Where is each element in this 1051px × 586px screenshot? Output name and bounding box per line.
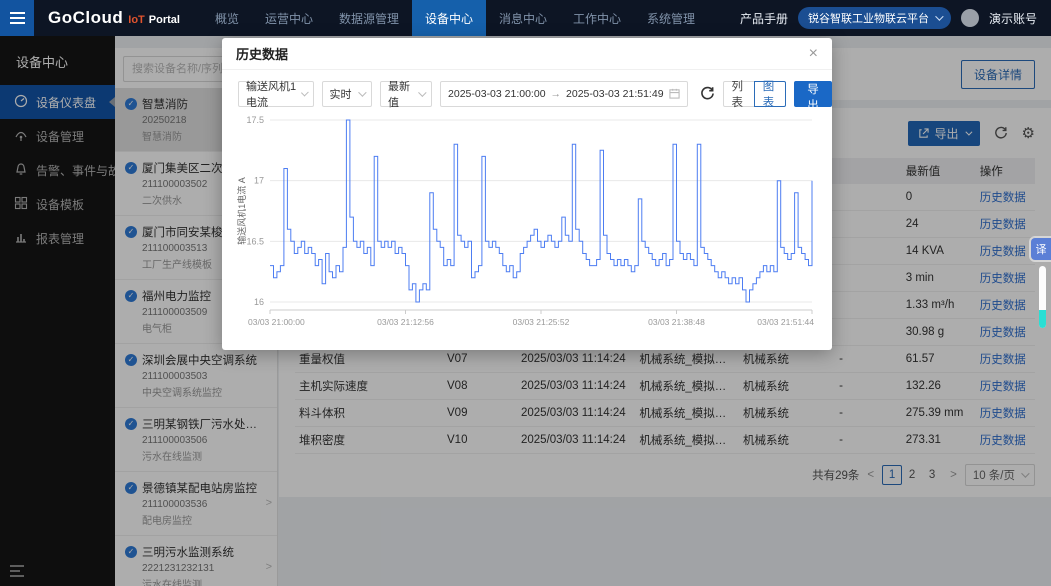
account-name: 演示账号 bbox=[989, 10, 1037, 27]
chevron-down-icon bbox=[419, 88, 427, 96]
chevron-down-icon bbox=[301, 88, 309, 96]
page-scrollbar[interactable] bbox=[1039, 266, 1046, 328]
svg-text:输送风机1电流 A: 输送风机1电流 A bbox=[236, 177, 247, 245]
logo-iot-text: IoT bbox=[128, 14, 145, 26]
chevron-down-icon bbox=[935, 12, 943, 20]
svg-text:03/03 21:51:44: 03/03 21:51:44 bbox=[757, 317, 814, 327]
view-toggle: 列表图表 bbox=[723, 81, 786, 107]
modal-header: 历史数据 × bbox=[222, 38, 832, 70]
view-toggle-列表[interactable]: 列表 bbox=[723, 81, 755, 107]
nav-tab-数据源管理[interactable]: 数据源管理 bbox=[326, 0, 412, 36]
nav-tab-系统管理[interactable]: 系统管理 bbox=[634, 0, 708, 36]
nav-tab-运营中心[interactable]: 运营中心 bbox=[252, 0, 326, 36]
svg-text:17.5: 17.5 bbox=[246, 115, 264, 125]
nav-tab-工作中心[interactable]: 工作中心 bbox=[560, 0, 634, 36]
svg-text:03/03 21:00:00: 03/03 21:00:00 bbox=[248, 317, 305, 327]
nav-tab-设备中心[interactable]: 设备中心 bbox=[412, 0, 486, 36]
modal-export-button[interactable]: 导出 bbox=[794, 81, 832, 107]
mode-select[interactable]: 实时 bbox=[322, 81, 372, 107]
refresh-icon[interactable] bbox=[700, 86, 715, 101]
date-separator: → bbox=[551, 88, 562, 100]
chevron-down-icon bbox=[358, 88, 366, 96]
calendar-icon bbox=[669, 88, 680, 99]
primary-nav: 概览运营中心数据源管理设备中心消息中心工作中心系统管理 bbox=[202, 0, 708, 36]
view-toggle-图表[interactable]: 图表 bbox=[754, 81, 786, 107]
svg-text:03/03 21:12:56: 03/03 21:12:56 bbox=[377, 317, 434, 327]
svg-text:03/03 21:38:48: 03/03 21:38:48 bbox=[648, 317, 705, 327]
platform-label: 锐谷智联工业物联云平台 bbox=[808, 10, 929, 26]
modal-toolbar: 输送风机1电流 实时 最新值 2025-03-03 21:00:00 → 202… bbox=[222, 70, 832, 108]
modal-title: 历史数据 bbox=[236, 44, 288, 63]
topbar: GoCloud IoT Portal 概览运营中心数据源管理设备中心消息中心工作… bbox=[0, 0, 1051, 36]
logo: GoCloud IoT Portal bbox=[48, 8, 180, 28]
aggregation-select[interactable]: 最新值 bbox=[380, 81, 432, 107]
translate-float-button[interactable]: 译 bbox=[1031, 238, 1051, 260]
product-manual-link[interactable]: 产品手册 bbox=[740, 10, 788, 27]
svg-text:16: 16 bbox=[254, 297, 264, 307]
date-range-picker[interactable]: 2025-03-03 21:00:00 → 2025-03-03 21:51:4… bbox=[440, 81, 688, 107]
close-icon[interactable]: × bbox=[809, 46, 818, 62]
svg-text:03/03 21:25:52: 03/03 21:25:52 bbox=[513, 317, 570, 327]
logo-text: GoCloud bbox=[48, 8, 123, 28]
logo-portal-text: Portal bbox=[149, 14, 180, 26]
nav-tab-消息中心[interactable]: 消息中心 bbox=[486, 0, 560, 36]
history-data-modal: 历史数据 × 输送风机1电流 实时 最新值 2025-03-03 21:00:0… bbox=[222, 38, 832, 350]
attribute-select[interactable]: 输送风机1电流 bbox=[238, 81, 314, 107]
topbar-right: 产品手册 锐谷智联工业物联云平台 演示账号 bbox=[740, 7, 1051, 29]
nav-tab-概览[interactable]: 概览 bbox=[202, 0, 252, 36]
history-chart: 16 16.5 17 17.5 03/03 21:00:00 03/03 21:12:56… bbox=[222, 108, 832, 343]
platform-select[interactable]: 锐谷智联工业物联云平台 bbox=[798, 7, 951, 29]
svg-text:16.5: 16.5 bbox=[246, 236, 264, 246]
avatar[interactable] bbox=[961, 9, 979, 27]
date-start: 2025-03-03 21:00:00 bbox=[448, 88, 546, 100]
menu-icon[interactable] bbox=[0, 0, 34, 36]
svg-text:17: 17 bbox=[254, 176, 264, 186]
date-end: 2025-03-03 21:51:49 bbox=[566, 88, 664, 100]
